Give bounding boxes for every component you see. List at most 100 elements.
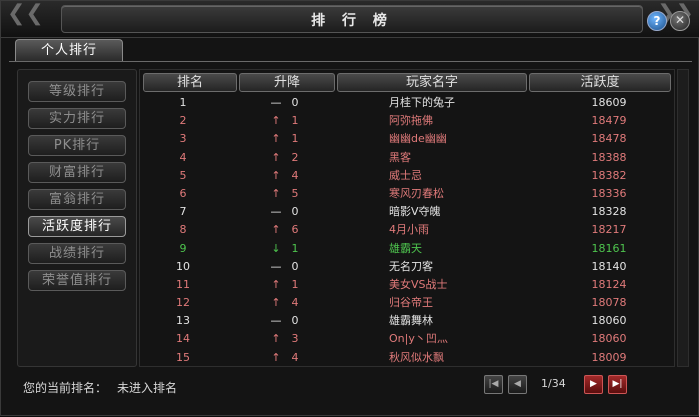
scrollbar[interactable] — [677, 69, 689, 367]
row-change: 3 — [291, 332, 299, 346]
last-page-icon: ▶| — [612, 379, 623, 389]
row-change: 1 — [291, 114, 299, 128]
row-rank: 15 — [176, 350, 190, 364]
header-rank[interactable]: 排名 — [143, 73, 237, 92]
row-player-name: 4月小雨 — [389, 223, 429, 237]
row-change: 4 — [291, 168, 299, 182]
row-rank: 11 — [176, 277, 190, 291]
row-activity: 18161 — [591, 241, 627, 255]
row-activity: 18382 — [591, 168, 627, 182]
first-page-button[interactable]: |◀ — [484, 375, 503, 394]
row-rank: 9 — [179, 241, 187, 255]
table-row[interactable]: 11 ↑ 1 美女VS战士 18124 — [141, 276, 671, 294]
row-activity: 18609 — [591, 96, 627, 109]
row-player-name: 美女VS战士 — [389, 277, 448, 291]
header-activity[interactable]: 活跃度 — [529, 73, 671, 92]
title-bar[interactable]: ❮❮ 排 行 榜 ❯❯ ? ✕ — [1, 1, 699, 38]
category-honor[interactable]: 荣誉值排行 — [28, 270, 126, 291]
row-rank: 12 — [176, 296, 190, 310]
table-row[interactable]: 9 ↓ 1 雄霸天 18161 — [141, 240, 671, 258]
table-row[interactable]: 15 ↑ 4 秋风似水飘 18009 — [141, 349, 671, 367]
header-player-name[interactable]: 玩家名字 — [337, 73, 527, 92]
ranking-window: ❮❮ 排 行 榜 ❯❯ ? ✕ 个人排行 等级排行 实力排行 PK排行 财富排行… — [0, 0, 699, 416]
title-plate: 排 行 榜 — [61, 5, 643, 33]
table-row[interactable]: 8 ↑ 6 4月小雨 18217 — [141, 221, 671, 239]
table-row[interactable]: 4 ↑ 2 黑客 18388 — [141, 149, 671, 167]
table-row[interactable]: 5 ↑ 4 威士忌 18382 — [141, 167, 671, 185]
row-player-name: 威士忌 — [389, 168, 422, 182]
row-change: 6 — [291, 223, 299, 237]
row-rank: 1 — [179, 96, 187, 109]
row-activity: 18078 — [591, 296, 627, 310]
row-trend-icon: ↑ — [271, 332, 281, 346]
row-change: 1 — [291, 241, 299, 255]
row-trend-icon: ↑ — [271, 150, 281, 164]
row-player-name: 暗影V夺魄 — [389, 205, 441, 219]
row-player-name: 幽幽de幽幽 — [389, 132, 447, 146]
category-pk[interactable]: PK排行 — [28, 135, 126, 156]
table-row[interactable]: 12 ↑ 4 归谷帝王 18078 — [141, 294, 671, 312]
help-button[interactable]: ? — [647, 11, 667, 31]
row-activity: 18124 — [591, 277, 627, 291]
row-activity: 18478 — [591, 132, 627, 146]
first-page-icon: |◀ — [488, 379, 499, 389]
row-trend-icon: ↑ — [271, 114, 281, 128]
category-battle-record[interactable]: 战绩排行 — [28, 243, 126, 264]
next-page-icon: ▶ — [590, 379, 597, 389]
page-indicator: 1/34 — [541, 377, 566, 390]
category-level[interactable]: 等级排行 — [28, 81, 126, 102]
row-change: 5 — [291, 186, 299, 200]
row-activity: 18060 — [591, 332, 627, 346]
table-row[interactable]: 14 ↑ 3 On|y丶凹灬 18060 — [141, 330, 671, 348]
category-rich[interactable]: 富翁排行 — [28, 189, 126, 210]
table-row[interactable]: 6 ↑ 5 寒风刃春松 18336 — [141, 185, 671, 203]
table-row[interactable]: 7 — 0 暗影V夺魄 18328 — [141, 203, 671, 221]
row-player-name: On|y丶凹灬 — [389, 332, 448, 346]
row-activity: 18060 — [591, 314, 627, 328]
row-trend-icon: — — [270, 314, 282, 328]
last-page-button[interactable]: ▶| — [608, 375, 627, 394]
row-player-name: 黑客 — [389, 150, 411, 164]
current-rank-label: 您的当前排名： — [23, 381, 108, 395]
row-trend-icon: ↑ — [271, 168, 281, 182]
window-title: 排 行 榜 — [311, 13, 393, 29]
row-trend-icon: ↑ — [271, 296, 281, 310]
row-rank: 10 — [176, 259, 190, 273]
table-row[interactable]: 10 — 0 无名刀客 18140 — [141, 258, 671, 276]
row-rank: 4 — [179, 150, 187, 164]
table-row[interactable]: 2 ↑ 1 阿弥拖佛 18479 — [141, 112, 671, 130]
row-activity: 18009 — [591, 350, 627, 364]
current-rank: 您的当前排名： 未进入排名 — [23, 379, 177, 396]
current-rank-value: 未进入排名 — [117, 381, 178, 395]
tab-personal-ranking[interactable]: 个人排行 — [15, 39, 123, 61]
row-change: 4 — [291, 296, 299, 310]
row-change: 0 — [291, 259, 299, 273]
row-rank: 5 — [179, 168, 187, 182]
close-button[interactable]: ✕ — [670, 11, 690, 31]
next-page-button[interactable]: ▶ — [584, 375, 603, 394]
row-rank: 2 — [179, 114, 187, 128]
row-activity: 18479 — [591, 114, 627, 128]
question-icon: ? — [653, 14, 661, 28]
prev-page-icon: ◀ — [514, 379, 521, 389]
category-strength[interactable]: 实力排行 — [28, 108, 126, 129]
row-player-name: 归谷帝王 — [389, 296, 433, 310]
table-row[interactable]: 1 — 0 月桂下的兔子 18609 — [141, 94, 671, 112]
header-change[interactable]: 升降 — [239, 73, 335, 92]
table-row[interactable]: 13 — 0 雄霸舞林 18060 — [141, 312, 671, 330]
row-rank: 7 — [179, 205, 187, 219]
row-trend-icon: ↑ — [271, 223, 281, 237]
prev-page-button[interactable]: ◀ — [508, 375, 527, 394]
wing-ornament-left: ❮❮ — [7, 1, 44, 26]
table-row[interactable]: 3 ↑ 1 幽幽de幽幽 18478 — [141, 130, 671, 148]
row-trend-icon: — — [270, 205, 282, 219]
row-change: 1 — [291, 132, 299, 146]
category-wealth[interactable]: 财富排行 — [28, 162, 126, 183]
row-trend-icon: ↑ — [271, 132, 281, 146]
row-change: 1 — [291, 277, 299, 291]
row-player-name: 雄霸舞林 — [389, 314, 433, 328]
category-activity[interactable]: 活跃度排行 — [28, 216, 126, 237]
row-trend-icon: — — [270, 259, 282, 273]
close-icon: ✕ — [674, 13, 686, 27]
row-rank: 14 — [176, 332, 190, 346]
